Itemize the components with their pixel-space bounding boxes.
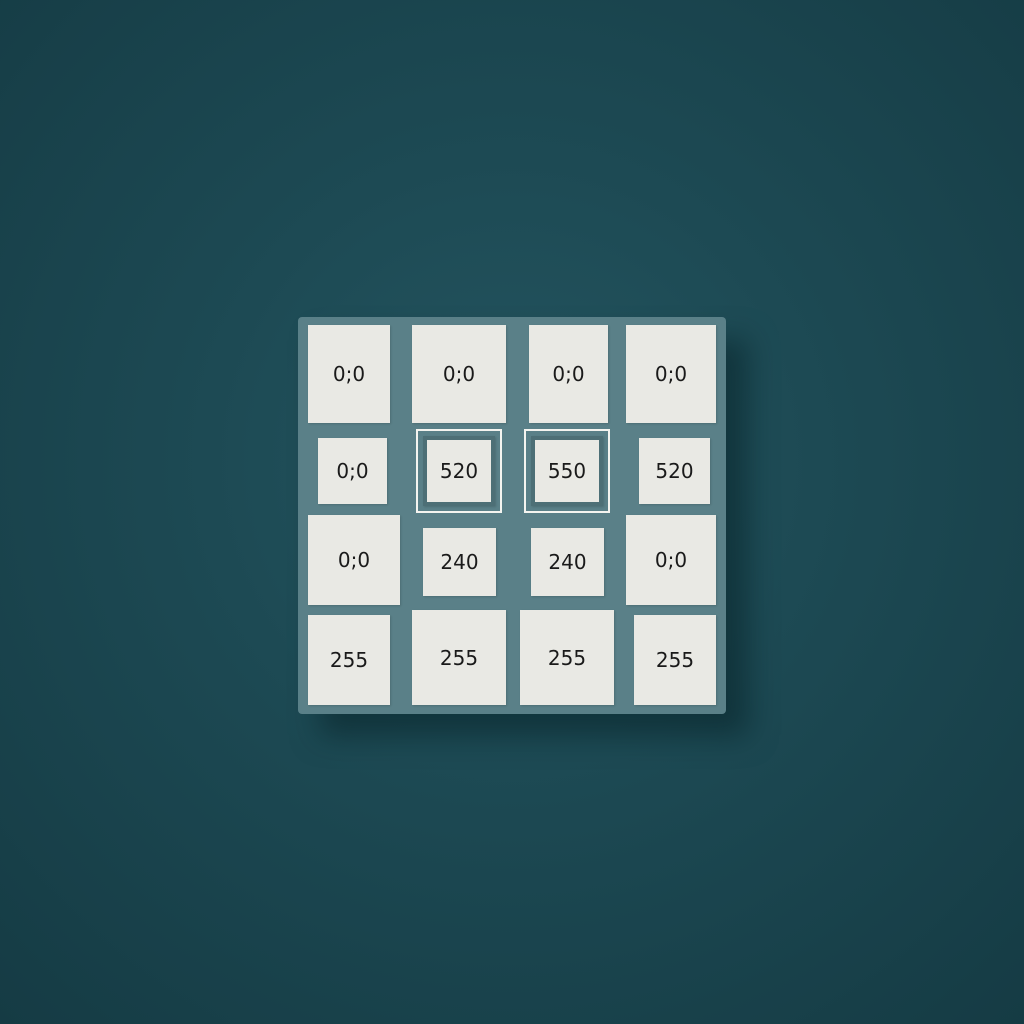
grid-cell-r3-c3[interactable]: 255 [634, 615, 716, 705]
grid-cell-r3-c1[interactable]: 255 [412, 610, 506, 705]
grid-cell-r3-c0[interactable]: 255 [308, 615, 390, 705]
grid-cell-r0-c2[interactable]: 0;0 [529, 325, 608, 423]
value-grid-board: 0;0 0;0 0;0 0;0 0;0 520 550 520 0;0 240 … [298, 317, 726, 714]
grid-cell-r0-c1[interactable]: 0;0 [412, 325, 506, 423]
grid-cell-r2-c2[interactable]: 240 [531, 528, 604, 596]
grid-cell-r2-c0[interactable]: 0;0 [308, 515, 400, 605]
grid-cell-r3-c2[interactable]: 255 [520, 610, 614, 705]
grid-cell-r0-c0[interactable]: 0;0 [308, 325, 390, 423]
grid-cell-r1-c1-selected[interactable]: 520 [416, 429, 502, 513]
grid-cell-r2-c1[interactable]: 240 [423, 528, 496, 596]
grid-cell-r0-c3[interactable]: 0;0 [626, 325, 716, 423]
grid-cell-r2-c3[interactable]: 0;0 [626, 515, 716, 605]
grid-cell-r1-c2-selected[interactable]: 550 [524, 429, 610, 513]
grid-cell-r1-c0[interactable]: 0;0 [318, 438, 387, 504]
grid-cell-r1-c3[interactable]: 520 [639, 438, 710, 504]
